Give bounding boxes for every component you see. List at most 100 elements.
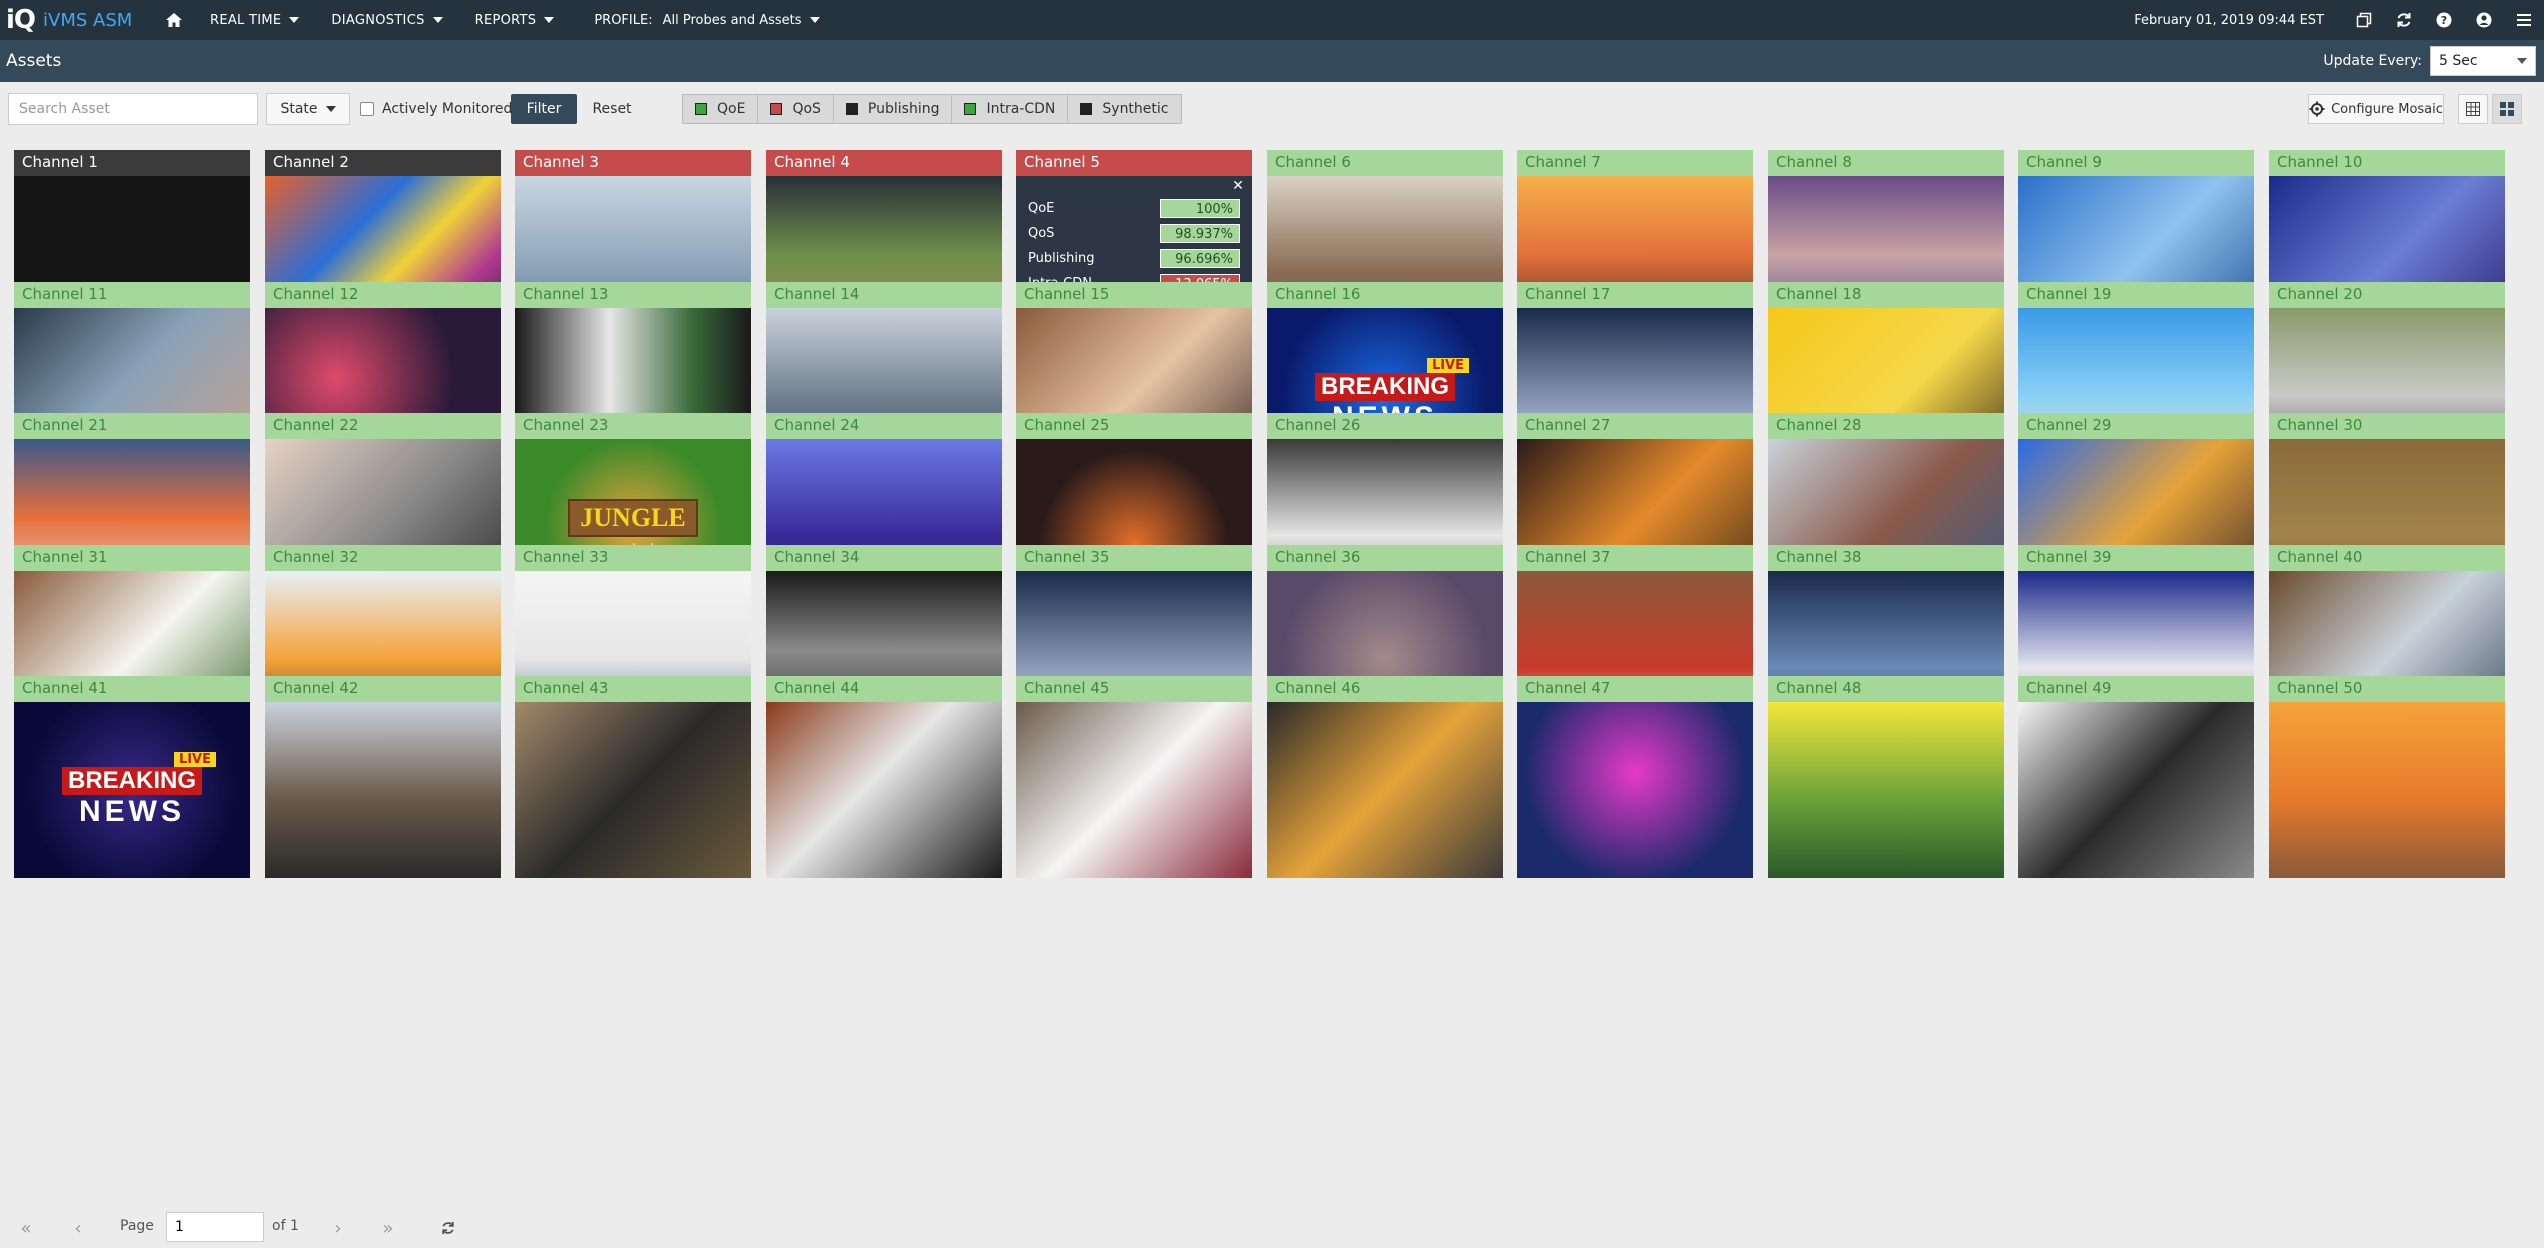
logo-mark: iQ: [6, 5, 36, 35]
legend-label: Publishing: [867, 101, 940, 117]
legend-color-swatch: [964, 103, 977, 115]
menu-real-time[interactable]: REAL TIME: [194, 0, 315, 40]
chevron-down-icon: [809, 17, 820, 23]
channel-title: Channel 43: [515, 676, 751, 702]
legend-item-qos[interactable]: QoS: [758, 95, 834, 123]
refresh-icon[interactable]: [436, 1216, 460, 1240]
copy-icon[interactable]: [2344, 0, 2384, 40]
channel-title: Channel 40: [2269, 545, 2505, 571]
channel-thumbnail: [1517, 702, 1753, 878]
news-text: NEWS: [79, 794, 185, 828]
channel-title: Channel 38: [1768, 545, 2004, 571]
legend-color-swatch: [845, 103, 858, 115]
legend-item-qoe[interactable]: QoE: [683, 95, 759, 123]
channel-title: Channel 7: [1517, 150, 1753, 176]
configure-mosaic-button[interactable]: Configure Mosaic: [2308, 94, 2444, 124]
channel-title: Channel 28: [1768, 413, 2004, 439]
channel-tile[interactable]: Channel 44: [766, 676, 1002, 878]
logo[interactable]: iQ iVMS ASM: [0, 5, 150, 35]
channel-title: Channel 45: [1016, 676, 1252, 702]
search-input[interactable]: [8, 93, 258, 125]
channel-title: Channel 49: [2018, 676, 2254, 702]
svg-text:?: ?: [2441, 14, 2447, 27]
profile-selector[interactable]: All Probes and Assets: [663, 13, 820, 28]
first-page-icon[interactable]: «: [14, 1216, 38, 1240]
menu-reports-label: REPORTS: [474, 12, 537, 28]
channel-title: Channel 6: [1267, 150, 1503, 176]
channel-title: Channel 42: [265, 676, 501, 702]
home-icon[interactable]: [154, 0, 194, 40]
profile-value: All Probes and Assets: [662, 12, 802, 28]
channel-title: Channel 8: [1768, 150, 2004, 176]
update-interval-select[interactable]: 5 Sec: [2430, 46, 2536, 76]
channel-title: Channel 36: [1267, 545, 1503, 571]
state-dropdown[interactable]: State: [266, 93, 350, 125]
top-nav: iQ iVMS ASM REAL TIME DIAGNOSTICS REPORT…: [0, 0, 2544, 40]
legend-item-publishing[interactable]: Publishing: [834, 95, 953, 123]
chevron-down-icon: [325, 106, 336, 112]
legend-label: QoE: [717, 101, 746, 117]
channel-title: Channel 2: [265, 150, 501, 176]
table-view-button[interactable]: [2458, 94, 2488, 124]
actively-monitored-toggle[interactable]: Actively Monitored: [360, 93, 512, 125]
last-page-icon[interactable]: »: [376, 1216, 400, 1240]
channel-tile[interactable]: Channel 46: [1267, 676, 1503, 878]
legend-item-synthetic[interactable]: Synthetic: [1068, 95, 1180, 123]
channel-title: Channel 29: [2018, 413, 2254, 439]
channel-tile[interactable]: Channel 48: [1768, 676, 2004, 878]
channel-tile[interactable]: Channel 50: [2269, 676, 2505, 878]
stats-key: QoE: [1028, 200, 1055, 216]
channel-tile[interactable]: Channel 45: [1016, 676, 1252, 878]
channel-title: Channel 41: [14, 676, 250, 702]
help-icon[interactable]: ?: [2424, 0, 2464, 40]
channel-thumbnail: [766, 702, 1002, 878]
legend-item-intra-cdn[interactable]: Intra-CDN: [952, 95, 1069, 123]
channel-thumbnail: [1016, 702, 1252, 878]
channel-thumbnail: [515, 702, 751, 878]
legend-color-swatch: [770, 103, 783, 115]
mosaic-view-button[interactable]: [2492, 94, 2522, 124]
menu-reports[interactable]: REPORTS: [459, 0, 571, 40]
channel-title: Channel 17: [1517, 282, 1753, 308]
channel-title: Channel 35: [1016, 545, 1252, 571]
logo-text: iVMS ASM: [43, 9, 133, 31]
channel-tile[interactable]: Channel 41 LIVE BREAKING NEWS: [14, 676, 250, 878]
channel-title: Channel 23: [515, 413, 751, 439]
channel-title: Channel 30: [2269, 413, 2505, 439]
current-datetime: February 01, 2019 09:44 EST: [2134, 12, 2324, 28]
channel-title: Channel 18: [1768, 282, 2004, 308]
menu-icon[interactable]: [2504, 0, 2544, 40]
filter-toolbar: State Actively Monitored Filter Reset Qo…: [0, 82, 2544, 134]
close-icon[interactable]: ✕: [1230, 178, 1246, 194]
user-icon[interactable]: [2464, 0, 2504, 40]
channel-tile[interactable]: Channel 47: [1517, 676, 1753, 878]
refresh-icon[interactable]: [2384, 0, 2424, 40]
channel-thumbnail: [265, 702, 501, 878]
filter-button[interactable]: Filter: [511, 94, 577, 124]
channel-title: Channel 31: [14, 545, 250, 571]
channel-tile[interactable]: Channel 42: [265, 676, 501, 878]
prev-page-icon[interactable]: ‹: [66, 1216, 90, 1240]
page-label: Page: [120, 1218, 154, 1234]
legend-label: Synthetic: [1102, 101, 1169, 117]
channel-title: Channel 10: [2269, 150, 2505, 176]
channel-tile[interactable]: Channel 49: [2018, 676, 2254, 878]
legend-color-swatch: [695, 103, 707, 115]
channel-title: Channel 9: [2018, 150, 2254, 176]
thumbnail-overlay-text: LIVEBREAKINGNEWS: [14, 702, 250, 878]
channel-title: Channel 25: [1016, 413, 1252, 439]
page-number-input[interactable]: [166, 1212, 264, 1242]
actively-monitored-checkbox[interactable]: [360, 102, 374, 116]
update-label: Update Every:: [2323, 53, 2422, 69]
configure-mosaic-label: Configure Mosaic: [2331, 101, 2443, 117]
stats-value: 100%: [1160, 198, 1240, 218]
stats-row: Publishing 96.696%: [1028, 248, 1240, 268]
next-page-icon[interactable]: ›: [326, 1216, 350, 1240]
reset-button[interactable]: Reset: [584, 94, 640, 124]
channel-tile[interactable]: Channel 43: [515, 676, 751, 878]
stats-key: Publishing: [1028, 250, 1095, 266]
channel-title: Channel 37: [1517, 545, 1753, 571]
channel-title: Channel 47: [1517, 676, 1753, 702]
menu-diagnostics[interactable]: DIAGNOSTICS: [315, 0, 458, 40]
channel-title: Channel 22: [265, 413, 501, 439]
